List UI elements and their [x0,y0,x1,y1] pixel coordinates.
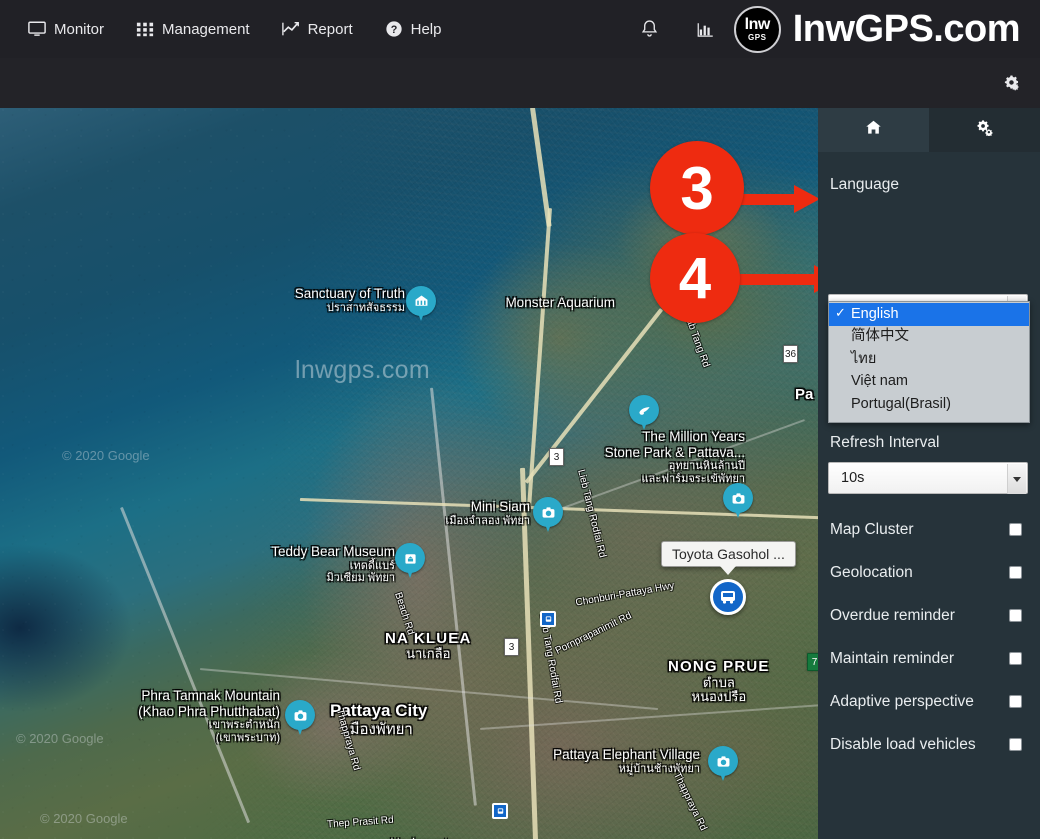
chevron-down-icon [1007,464,1026,494]
gears-icon [976,119,993,141]
language-option-thai[interactable]: ไทย [829,348,1029,371]
bell-icon[interactable] [622,0,678,58]
toggle-adaptive-perspective[interactable]: Adaptive perspective [828,680,1030,723]
settings-panel: Language English 简体中文 ไทย Việt nam Portu… [818,108,1040,839]
nav-label-monitor: Monitor [54,21,104,38]
help-circle-icon: ? [385,20,403,38]
panel-tab-home[interactable] [818,108,929,152]
panel-tab-bar [818,108,1040,152]
checkbox-map-cluster[interactable] [1009,523,1022,536]
toggle-label: Geolocation [830,564,913,582]
sub-header [0,58,1040,108]
highway-shield: 36 [783,345,798,363]
chart-line-icon [282,20,300,38]
language-listbox[interactable]: English 简体中文 ไทย Việt nam Portugal(Brasi… [828,301,1030,423]
nav-item-monitor[interactable]: Monitor [12,0,120,58]
toggle-label: Adaptive perspective [830,693,974,711]
nav-label-help: Help [411,21,442,38]
app-root: Monitor Management [0,0,1040,839]
nav-label-management: Management [162,21,250,38]
station-marker[interactable] [492,803,508,819]
toggle-label: Overdue reminder [830,607,955,625]
checkbox-maintain-reminder[interactable] [1009,652,1022,665]
brand-logo-line2: GPS [748,34,766,42]
highway-shield: 3 [549,448,564,466]
checkbox-geolocation[interactable] [1009,566,1022,579]
main-nav: Monitor Management [0,0,457,58]
home-icon [865,119,882,141]
refresh-interval-label: Refresh Interval [830,434,1030,452]
language-option-vietnamese[interactable]: Việt nam [829,371,1029,394]
brand-title: InwGPS.com [793,8,1020,51]
language-option-chinese[interactable]: 简体中文 [829,326,1029,349]
panel-tab-settings[interactable] [929,108,1040,152]
bar-chart-icon[interactable] [678,0,734,58]
toggle-maintain-reminder[interactable]: Maintain reminder [828,637,1030,680]
toggle-label: Map Cluster [830,521,914,539]
grid-icon [136,20,154,38]
toggle-label: Disable load vehicles [830,736,976,754]
toggle-overdue-reminder[interactable]: Overdue reminder [828,594,1030,637]
language-option-portuguese[interactable]: Portugal(Brasil) [829,393,1029,416]
header-right-group: lnw GPS InwGPS.com [622,0,1040,58]
svg-text:?: ? [390,24,397,36]
callout-badge-3: 3 [650,141,744,235]
checkbox-overdue-reminder[interactable] [1009,609,1022,622]
language-option-english[interactable]: English [829,303,1029,326]
toggle-label: Maintain reminder [830,650,954,668]
checkbox-disable-load-vehicles[interactable] [1009,738,1022,751]
monitor-icon [28,20,46,38]
language-label: Language [830,176,1030,194]
toggle-geolocation[interactable]: Geolocation [828,551,1030,594]
nav-item-report[interactable]: Report [266,0,369,58]
nav-item-help[interactable]: ? Help [369,0,458,58]
toggle-disable-load-vehicles[interactable]: Disable load vehicles [828,723,1030,766]
map-tooltip[interactable]: Toyota Gasohol ... [661,541,796,567]
brand-logo-line1: lnw [745,17,770,33]
callout-number: 3 [680,154,713,223]
nav-label-report: Report [308,21,353,38]
checkbox-adaptive-perspective[interactable] [1009,695,1022,708]
highway-shield: 3 [504,638,519,656]
brand: lnw GPS InwGPS.com [734,6,1040,53]
nav-item-management[interactable]: Management [120,0,266,58]
callout-badge-4: 4 [650,233,740,323]
top-header: Monitor Management [0,0,1040,58]
station-marker[interactable] [540,611,556,627]
highway-shield: 7 [807,653,818,671]
gears-icon[interactable] [992,58,1032,108]
refresh-interval-select[interactable]: 10s [828,462,1028,494]
brand-logo-icon: lnw GPS [734,6,781,53]
toggle-map-cluster[interactable]: Map Cluster [828,508,1030,551]
bus-station-marker[interactable] [710,579,746,615]
refresh-interval-value: 10s [841,470,864,486]
callout-number: 4 [679,245,711,312]
settings-panel-body: Language English 简体中文 ไทย Việt nam Portu… [818,176,1040,839]
